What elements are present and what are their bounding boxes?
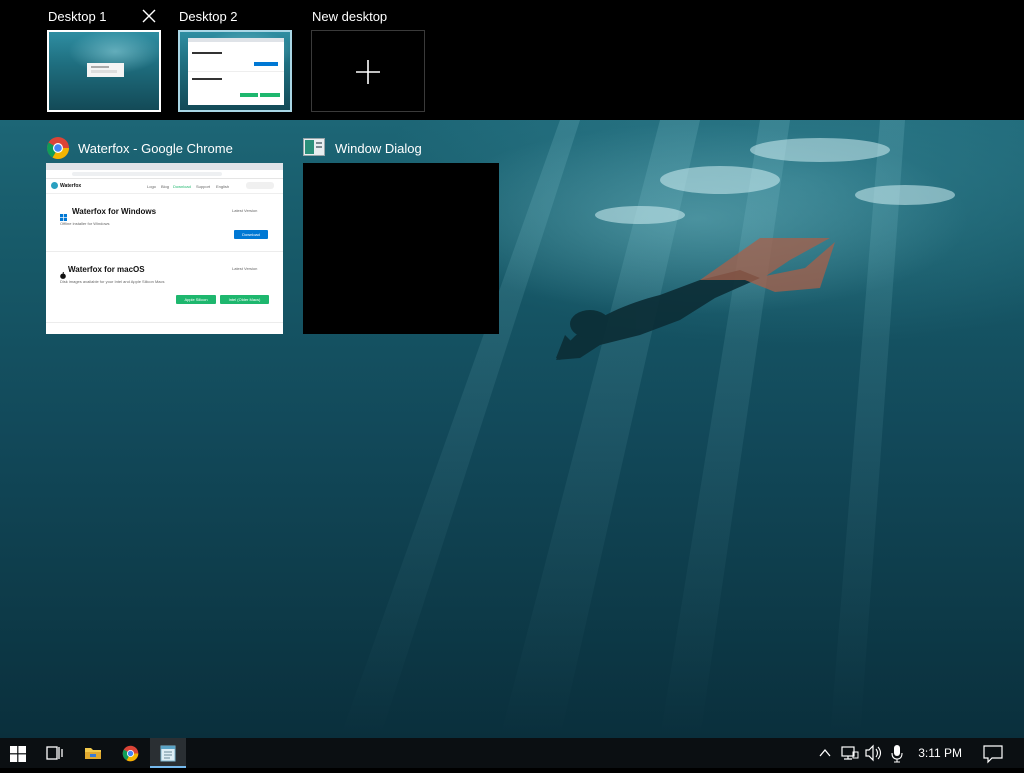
desktop-2-thumbnail[interactable]: [178, 30, 292, 112]
microphone-icon[interactable]: [890, 738, 904, 768]
clock[interactable]: 3:11 PM: [918, 738, 962, 768]
chrome-icon: [46, 136, 70, 160]
nav-download: Download: [173, 184, 191, 189]
notepad-icon: [160, 744, 176, 767]
windows-version-label: Latest Version: [232, 208, 258, 213]
new-desktop-label: New desktop: [312, 9, 388, 24]
nav-language: English: [216, 184, 230, 189]
macos-version-label: Latest Version: [232, 266, 258, 271]
dialog-preview: [87, 63, 124, 77]
desktop-1-thumbnail[interactable]: [47, 30, 161, 112]
chevron-up-icon[interactable]: [818, 738, 834, 768]
close-icon[interactable]: [141, 8, 157, 24]
waterfox-page-preview: Waterfox Logo Blog Download Support Engl…: [46, 163, 283, 334]
windows-subtitle: Offline installer for Windows: [60, 221, 110, 226]
window-dialog-icon: [303, 138, 325, 156]
apple-silicon-button: Apple Silicon: [176, 295, 216, 304]
nav-blog: Blog: [161, 184, 170, 189]
desktop-wallpaper: Waterfox - Google Chrome Waterfox Logo B…: [0, 120, 1024, 738]
window-dialog-title: Window Dialog: [335, 141, 422, 156]
windows-logo-icon: [10, 746, 26, 767]
plus-icon: [355, 59, 381, 90]
macos-heading: Waterfox for macOS: [68, 265, 145, 274]
intel-mac-button: Intel (Older Macs): [220, 295, 269, 304]
window-chrome-thumbnail[interactable]: Waterfox Logo Blog Download Support Engl…: [46, 163, 283, 334]
start-button[interactable]: [0, 738, 36, 768]
search-box: [246, 182, 274, 189]
chrome-icon: [122, 745, 139, 767]
brand: Waterfox: [60, 183, 82, 189]
task-view-button[interactable]: [38, 738, 72, 768]
volume-icon[interactable]: [864, 738, 884, 768]
network-icon[interactable]: [840, 738, 860, 768]
window-chrome-title: Waterfox - Google Chrome: [78, 141, 233, 156]
download-windows-button: Download: [234, 230, 268, 239]
nav-support: Support: [196, 184, 211, 189]
taskbar: 3:11 PM: [0, 738, 1024, 768]
folder-icon: [84, 745, 102, 766]
apple-logo-icon: [60, 266, 66, 279]
action-center-icon[interactable]: [980, 738, 1006, 768]
task-view-icon: [46, 745, 64, 766]
new-desktop-tile[interactable]: [311, 30, 425, 112]
window-dialog-thumbnail[interactable]: [303, 163, 499, 334]
desktop-2-label: Desktop 2: [179, 9, 238, 24]
windows-logo-icon: [60, 208, 67, 221]
page-nav: Waterfox Logo Blog Download Support Engl…: [46, 179, 283, 194]
file-explorer-button[interactable]: [76, 738, 110, 768]
chrome-button[interactable]: [114, 738, 148, 768]
macos-subtitle: Disk images available for your Intel and…: [60, 279, 165, 284]
notepad-button[interactable]: [150, 738, 186, 768]
browser-preview: [188, 38, 284, 105]
waterfox-logo-icon: [51, 182, 58, 189]
nav-logo: Logo: [147, 184, 156, 189]
windows-heading: Waterfox for Windows: [72, 207, 157, 216]
virtual-desktop-bar: Desktop 1 Desktop 2 New desktop: [0, 0, 1024, 120]
desktop-1-label: Desktop 1: [48, 9, 107, 24]
